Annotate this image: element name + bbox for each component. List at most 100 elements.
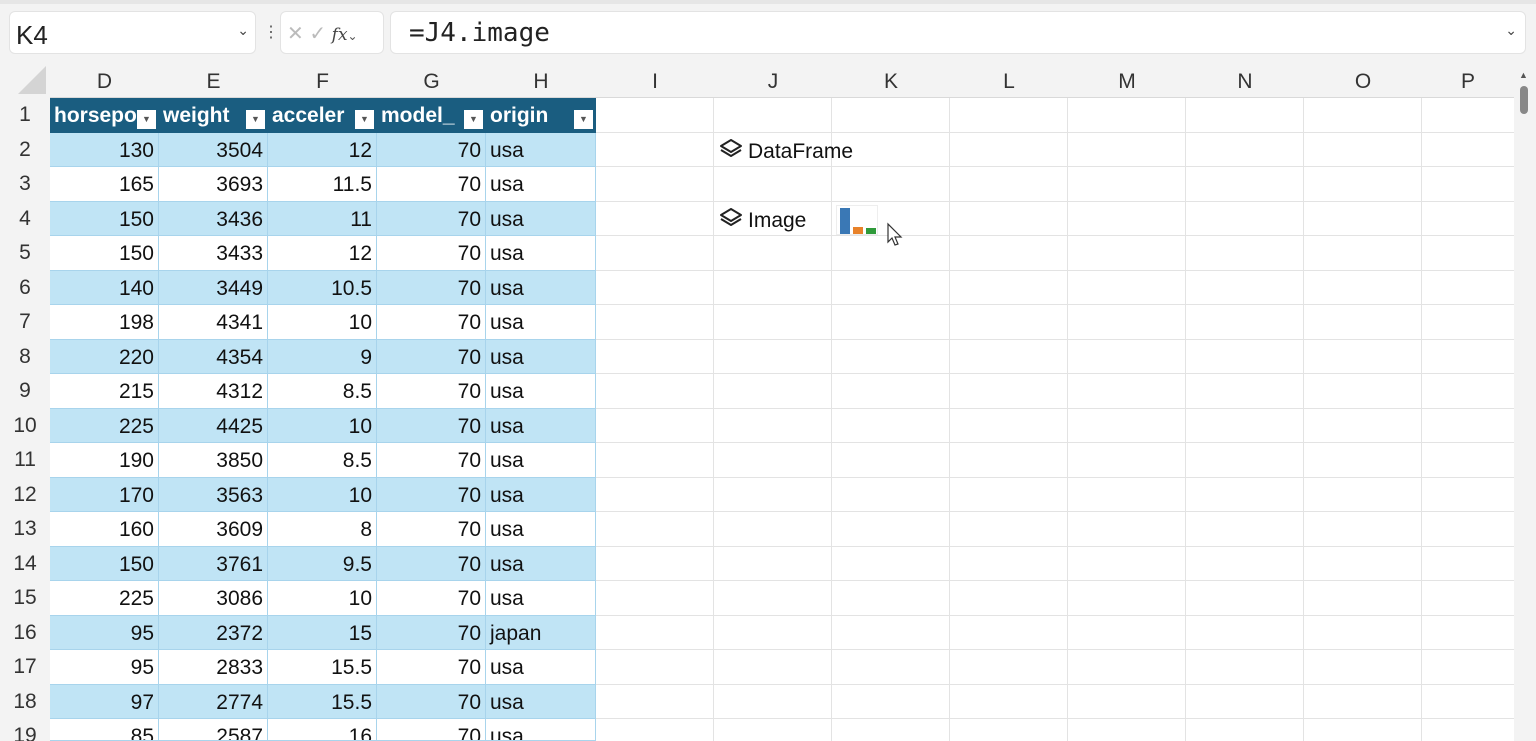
table-cell[interactable]: 95 (50, 615, 159, 650)
row-header-18[interactable]: 18 (0, 684, 50, 719)
table-cell[interactable]: 220 (50, 339, 159, 374)
table-cell[interactable]: 15 (268, 615, 377, 650)
column-header-H[interactable]: H (486, 64, 596, 98)
table-cell[interactable]: usa (486, 581, 596, 616)
table-cell[interactable]: 225 (50, 581, 159, 616)
column-header-E[interactable]: E (159, 64, 268, 98)
table-cell[interactable]: 70 (377, 512, 486, 547)
filter-dropdown-icon[interactable]: ▼ (246, 110, 265, 129)
table-cell[interactable]: 140 (50, 270, 159, 305)
table-cell[interactable]: 198 (50, 305, 159, 340)
table-cell[interactable]: 4354 (159, 339, 268, 374)
filter-dropdown-icon[interactable]: ▼ (355, 110, 374, 129)
row-header-4[interactable]: 4 (0, 201, 50, 236)
column-header-F[interactable]: F (268, 64, 377, 98)
table-cell[interactable]: 12 (268, 236, 377, 271)
python-object-j4[interactable]: Image (718, 206, 806, 236)
expand-formula-icon[interactable]: ⌄ (1505, 22, 1517, 39)
table-cell[interactable]: 3504 (159, 132, 268, 167)
row-header-19[interactable]: 19 (0, 719, 50, 741)
column-header-N[interactable]: N (1186, 64, 1304, 98)
table-cell[interactable]: 11 (268, 201, 377, 236)
row-header-15[interactable]: 15 (0, 581, 50, 616)
table-cell[interactable]: 3609 (159, 512, 268, 547)
table-cell[interactable]: 150 (50, 546, 159, 581)
filter-dropdown-icon[interactable]: ▼ (574, 110, 593, 129)
table-cell[interactable]: 95 (50, 650, 159, 685)
column-header-P[interactable]: P (1422, 64, 1514, 98)
python-object-j2[interactable]: DataFrame (718, 137, 853, 167)
table-cell[interactable]: 85 (50, 719, 159, 741)
table-cell[interactable]: 3086 (159, 581, 268, 616)
scroll-up-icon[interactable]: ▲ (1519, 70, 1528, 80)
table-cell[interactable]: usa (486, 477, 596, 512)
table-cell[interactable]: 2774 (159, 684, 268, 719)
table-cell[interactable]: 70 (377, 650, 486, 685)
table-cell[interactable]: 70 (377, 719, 486, 741)
table-cell[interactable]: 70 (377, 270, 486, 305)
table-cell[interactable]: 165 (50, 167, 159, 202)
table-cell[interactable]: usa (486, 719, 596, 741)
table-cell[interactable]: 10 (268, 477, 377, 512)
table-cell[interactable]: 4425 (159, 408, 268, 443)
table-cell[interactable]: 10 (268, 305, 377, 340)
table-cell[interactable]: 8 (268, 512, 377, 547)
row-header-8[interactable]: 8 (0, 339, 50, 374)
table-cell[interactable]: 4341 (159, 305, 268, 340)
row-header-3[interactable]: 3 (0, 167, 50, 202)
table-cell[interactable]: usa (486, 650, 596, 685)
table-cell[interactable]: 160 (50, 512, 159, 547)
row-header-14[interactable]: 14 (0, 546, 50, 581)
table-cell[interactable]: 3761 (159, 546, 268, 581)
row-header-13[interactable]: 13 (0, 512, 50, 547)
table-cell[interactable]: 70 (377, 236, 486, 271)
table-cell[interactable]: 10.5 (268, 270, 377, 305)
table-cell[interactable]: usa (486, 408, 596, 443)
enter-icon[interactable]: ✓ (309, 23, 326, 45)
table-cell[interactable]: 70 (377, 408, 486, 443)
filter-dropdown-icon[interactable]: ▼ (464, 110, 483, 129)
table-cell[interactable]: 2372 (159, 615, 268, 650)
formula-input[interactable]: =J4.image ⌄ (390, 11, 1526, 54)
bar-chart-thumbnail[interactable] (836, 204, 878, 235)
cancel-icon[interactable]: ✕ (287, 23, 304, 45)
table-cell[interactable]: 70 (377, 615, 486, 650)
row-header-1[interactable]: 1 (0, 98, 50, 133)
table-cell[interactable]: japan (486, 615, 596, 650)
table-cell[interactable]: 8.5 (268, 374, 377, 409)
column-header-M[interactable]: M (1068, 64, 1186, 98)
table-cell[interactable]: 170 (50, 477, 159, 512)
column-header-G[interactable]: G (377, 64, 486, 98)
table-cell[interactable]: 2833 (159, 650, 268, 685)
table-cell[interactable]: usa (486, 201, 596, 236)
table-cell[interactable]: 3433 (159, 236, 268, 271)
insert-function-icon[interactable]: fx (332, 25, 348, 45)
table-cell[interactable]: 215 (50, 374, 159, 409)
table-cell[interactable]: 15.5 (268, 684, 377, 719)
table-cell[interactable]: 70 (377, 374, 486, 409)
row-header-5[interactable]: 5 (0, 236, 50, 271)
table-cell[interactable]: 9.5 (268, 546, 377, 581)
table-cell[interactable]: 97 (50, 684, 159, 719)
table-cell[interactable]: 16 (268, 719, 377, 741)
row-header-7[interactable]: 7 (0, 305, 50, 340)
table-cell[interactable]: 70 (377, 132, 486, 167)
row-header-10[interactable]: 10 (0, 408, 50, 443)
row-header-12[interactable]: 12 (0, 477, 50, 512)
row-header-17[interactable]: 17 (0, 650, 50, 685)
vertical-scrollbar[interactable]: ▲ (1514, 64, 1536, 741)
row-header-11[interactable]: 11 (0, 443, 50, 478)
column-header-O[interactable]: O (1304, 64, 1422, 98)
table-cell[interactable]: 10 (268, 408, 377, 443)
table-cell[interactable]: usa (486, 236, 596, 271)
column-header-I[interactable]: I (596, 64, 714, 98)
table-cell[interactable]: 70 (377, 201, 486, 236)
chevron-down-icon[interactable]: ⌄ (237, 22, 249, 39)
row-header-6[interactable]: 6 (0, 270, 50, 305)
table-cell[interactable]: 70 (377, 305, 486, 340)
row-header-2[interactable]: 2 (0, 132, 50, 167)
table-cell[interactable]: 70 (377, 546, 486, 581)
table-cell[interactable]: 3563 (159, 477, 268, 512)
table-cell[interactable]: 150 (50, 201, 159, 236)
scrollbar-thumb[interactable] (1520, 86, 1528, 114)
